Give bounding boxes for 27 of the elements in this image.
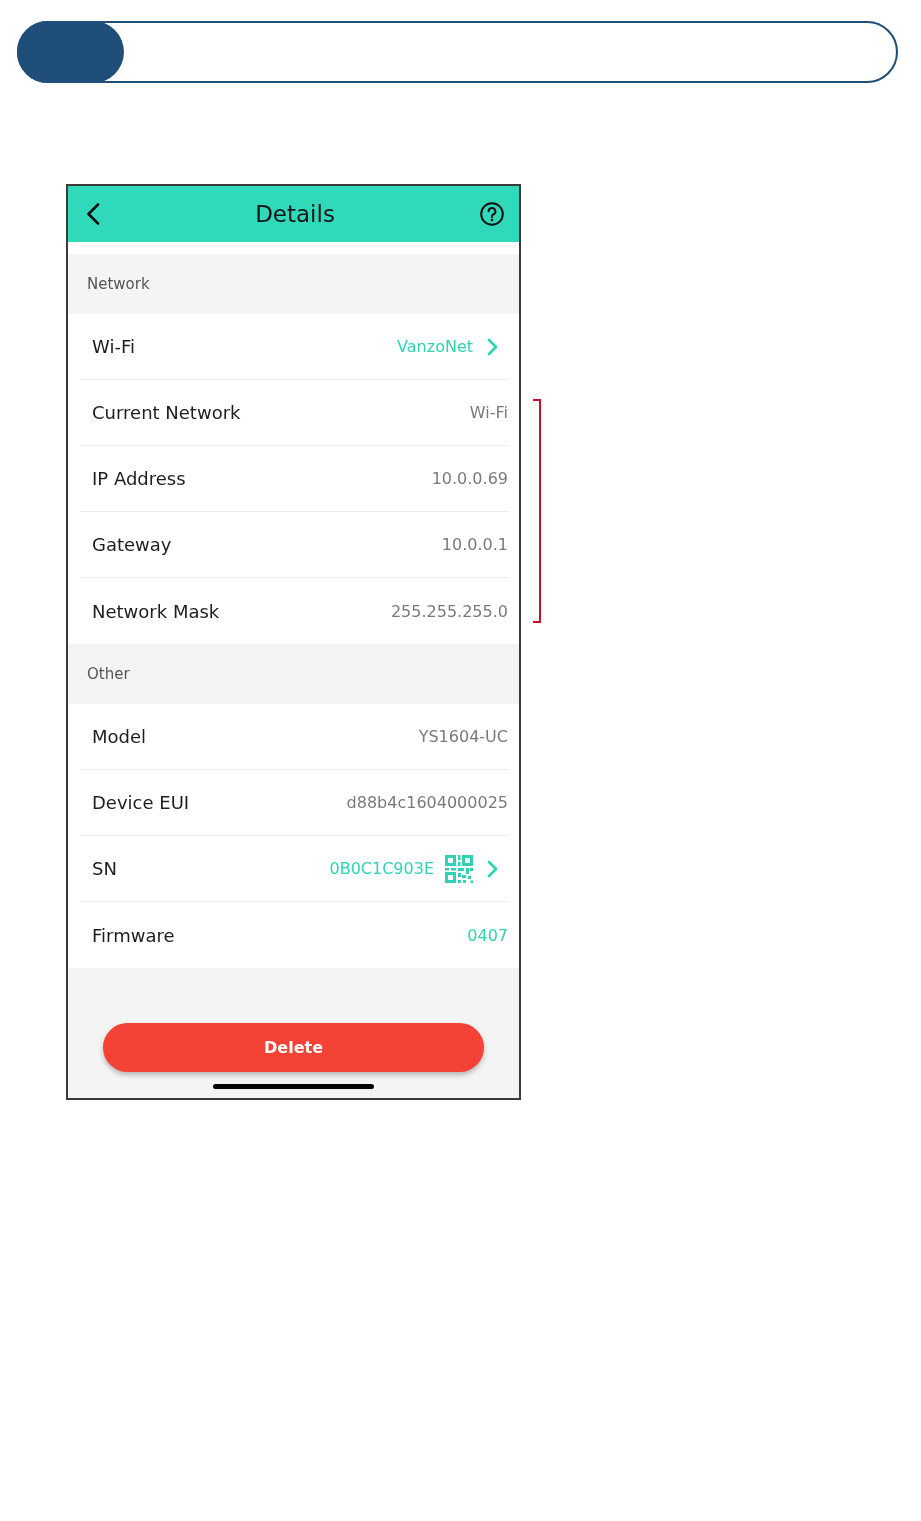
row-label: IP Address (91, 468, 186, 489)
chevron-right-icon[interactable] (487, 337, 498, 356)
row-label: Firmware (91, 924, 175, 946)
row-label: SN (91, 858, 117, 879)
qr-code-icon[interactable] (445, 854, 473, 883)
row-value: Wi-Fi (469, 403, 508, 422)
chevron-right-icon[interactable] (487, 859, 498, 878)
section-header: Network (68, 254, 519, 314)
row-label: Network Mask (91, 600, 220, 622)
screen-title: Details (254, 201, 336, 227)
row-value: 10.0.0.1 (441, 535, 508, 554)
help-icon[interactable] (480, 202, 504, 226)
row-label: Current Network (91, 402, 241, 423)
row-label: Device EUI (91, 792, 190, 813)
row-value: YS1604-UC (418, 727, 508, 746)
row-value: 10.0.0.69 (431, 469, 508, 488)
row-value: VanzoNet (397, 337, 473, 356)
row-label: Wi-Fi (91, 336, 135, 357)
row-label: Gateway (91, 534, 172, 555)
delete-button[interactable]: Delete (103, 1023, 484, 1072)
row-value: d88b4c1604000025 (346, 793, 508, 812)
section-header: Other (68, 644, 519, 704)
row-value: 255.255.255.0 (390, 601, 508, 621)
row-value: 0B0C1C903E (329, 859, 434, 878)
row-label: Model (91, 726, 147, 747)
row-value: 0407 (467, 925, 508, 945)
back-icon[interactable] (86, 203, 100, 225)
